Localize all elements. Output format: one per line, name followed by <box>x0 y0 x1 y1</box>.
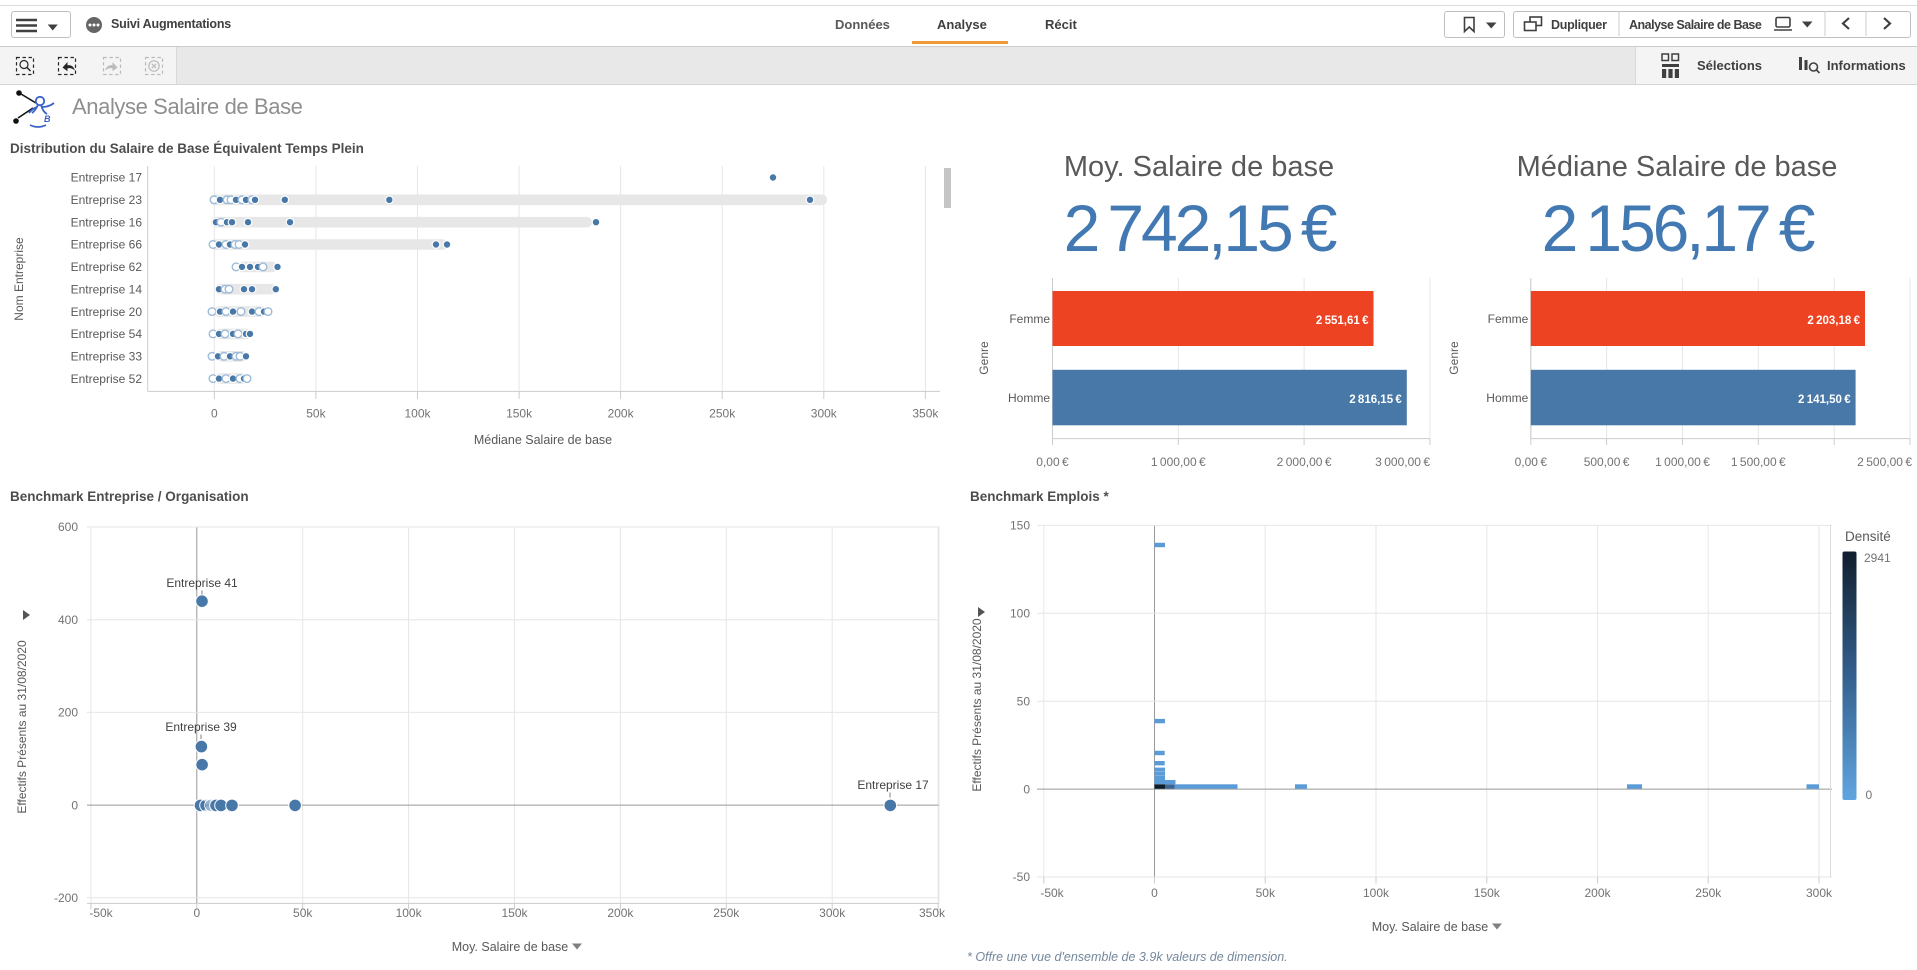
svg-text:Entreprise 39: Entreprise 39 <box>165 720 237 734</box>
svg-text:Entreprise 17: Entreprise 17 <box>857 778 929 792</box>
svg-text:150k: 150k <box>506 407 533 421</box>
svg-text:Entreprise 66: Entreprise 66 <box>71 238 143 252</box>
svg-text:-50: -50 <box>1013 870 1031 884</box>
svg-text:300k: 300k <box>819 906 846 920</box>
svg-text:Homme: Homme <box>1486 391 1528 405</box>
svg-text:2 203,18 €: 2 203,18 € <box>1807 315 1860 327</box>
svg-text:350k: 350k <box>919 906 946 920</box>
svg-text:200k: 200k <box>1584 886 1611 900</box>
svg-text:Benchmark Emplois *: Benchmark Emplois * <box>970 489 1110 504</box>
svg-text:250k: 250k <box>713 906 740 920</box>
svg-text:Médiane Salaire de base: Médiane Salaire de base <box>1517 151 1838 183</box>
svg-text:300k: 300k <box>1806 886 1833 900</box>
svg-text:200k: 200k <box>608 407 635 421</box>
svg-text:2 156,17 €: 2 156,17 € <box>1542 191 1815 265</box>
svg-text:Entreprise 14: Entreprise 14 <box>71 282 143 296</box>
svg-text:0: 0 <box>1866 788 1873 802</box>
svg-text:50k: 50k <box>293 906 313 920</box>
svg-text:0: 0 <box>71 798 78 812</box>
svg-text:-50k: -50k <box>1040 886 1064 900</box>
svg-text:Entreprise 62: Entreprise 62 <box>71 260 143 274</box>
svg-text:Effectifs Présents au 31/08/20: Effectifs Présents au 31/08/2020 <box>970 618 984 792</box>
svg-text:0: 0 <box>1023 782 1030 796</box>
svg-text:Femme: Femme <box>1488 312 1529 326</box>
svg-text:300k: 300k <box>811 407 838 421</box>
svg-text:Entreprise 33: Entreprise 33 <box>71 350 143 364</box>
svg-text:* Offre une vue d'ensemble de: * Offre une vue d'ensemble de 3.9k valeu… <box>967 950 1288 964</box>
svg-text:2 742,15 €: 2 742,15 € <box>1064 191 1337 265</box>
svg-text:0: 0 <box>211 407 218 421</box>
svg-text:-200: -200 <box>54 891 78 905</box>
svg-text:200k: 200k <box>607 906 634 920</box>
svg-text:Genre: Genre <box>1447 341 1461 375</box>
svg-text:150: 150 <box>1010 519 1030 533</box>
svg-text:0: 0 <box>1151 886 1158 900</box>
svg-text:0: 0 <box>193 906 200 920</box>
svg-text:Homme: Homme <box>1008 391 1050 405</box>
svg-text:3 000,00 €: 3 000,00 € <box>1375 455 1430 469</box>
svg-text:150k: 150k <box>1474 886 1501 900</box>
svg-text:Effectifs Présents au 31/08/20: Effectifs Présents au 31/08/2020 <box>15 640 29 814</box>
svg-text:0,00 €: 0,00 € <box>1036 455 1069 469</box>
svg-text:50k: 50k <box>1256 886 1276 900</box>
svg-text:Moy. Salaire de base: Moy. Salaire de base <box>1372 920 1489 934</box>
svg-text:Distribution du Salaire de Bas: Distribution du Salaire de Base Équivale… <box>10 141 364 156</box>
svg-text:2941: 2941 <box>1864 551 1891 565</box>
svg-text:100k: 100k <box>396 906 423 920</box>
svg-text:Médiane Salaire de base: Médiane Salaire de base <box>474 433 612 447</box>
svg-text:Benchmark Entreprise / Organis: Benchmark Entreprise / Organisation <box>10 489 249 504</box>
svg-text:Entreprise 41: Entreprise 41 <box>166 576 238 590</box>
svg-text:Moy. Salaire de base: Moy. Salaire de base <box>1064 151 1334 183</box>
svg-text:Moy. Salaire de base: Moy. Salaire de base <box>452 940 569 954</box>
svg-text:100k: 100k <box>1363 886 1390 900</box>
svg-text:200: 200 <box>58 706 78 720</box>
svg-text:Entreprise 23: Entreprise 23 <box>71 193 143 207</box>
svg-text:Entreprise 16: Entreprise 16 <box>71 215 143 229</box>
svg-text:100k: 100k <box>404 407 431 421</box>
svg-text:400: 400 <box>58 613 78 627</box>
svg-text:1 500,00 €: 1 500,00 € <box>1731 455 1786 469</box>
svg-text:350k: 350k <box>912 407 939 421</box>
svg-text:50k: 50k <box>306 407 326 421</box>
svg-text:500,00 €: 500,00 € <box>1584 455 1630 469</box>
svg-text:50: 50 <box>1017 694 1031 708</box>
svg-text:Entreprise 20: Entreprise 20 <box>71 305 143 319</box>
svg-text:250k: 250k <box>1695 886 1722 900</box>
svg-text:Nom Entreprise: Nom Entreprise <box>12 237 26 321</box>
svg-text:100: 100 <box>1010 607 1030 621</box>
svg-text:-50k: -50k <box>89 906 113 920</box>
svg-text:Densité: Densité <box>1845 529 1891 544</box>
svg-text:2 551,61 €: 2 551,61 € <box>1316 315 1369 327</box>
svg-text:Femme: Femme <box>1009 312 1050 326</box>
svg-text:150k: 150k <box>501 906 528 920</box>
svg-text:Entreprise 52: Entreprise 52 <box>71 372 143 386</box>
svg-text:B: B <box>44 114 51 124</box>
svg-text:1 000,00 €: 1 000,00 € <box>1151 455 1206 469</box>
svg-text:Entreprise 17: Entreprise 17 <box>71 171 143 185</box>
svg-text:1 000,00 €: 1 000,00 € <box>1655 455 1710 469</box>
svg-text:600: 600 <box>58 520 78 534</box>
svg-text:0,00 €: 0,00 € <box>1515 455 1548 469</box>
svg-text:2 000,00 €: 2 000,00 € <box>1277 455 1332 469</box>
svg-text:2 500,00 €: 2 500,00 € <box>1857 455 1912 469</box>
svg-text:2 816,15 €: 2 816,15 € <box>1349 394 1402 406</box>
svg-text:Genre: Genre <box>977 341 991 375</box>
svg-text:Analyse Salaire de Base: Analyse Salaire de Base <box>72 94 303 119</box>
svg-text:2 141,50 €: 2 141,50 € <box>1798 394 1851 406</box>
svg-text:Entreprise 54: Entreprise 54 <box>71 327 143 341</box>
svg-text:250k: 250k <box>709 407 736 421</box>
